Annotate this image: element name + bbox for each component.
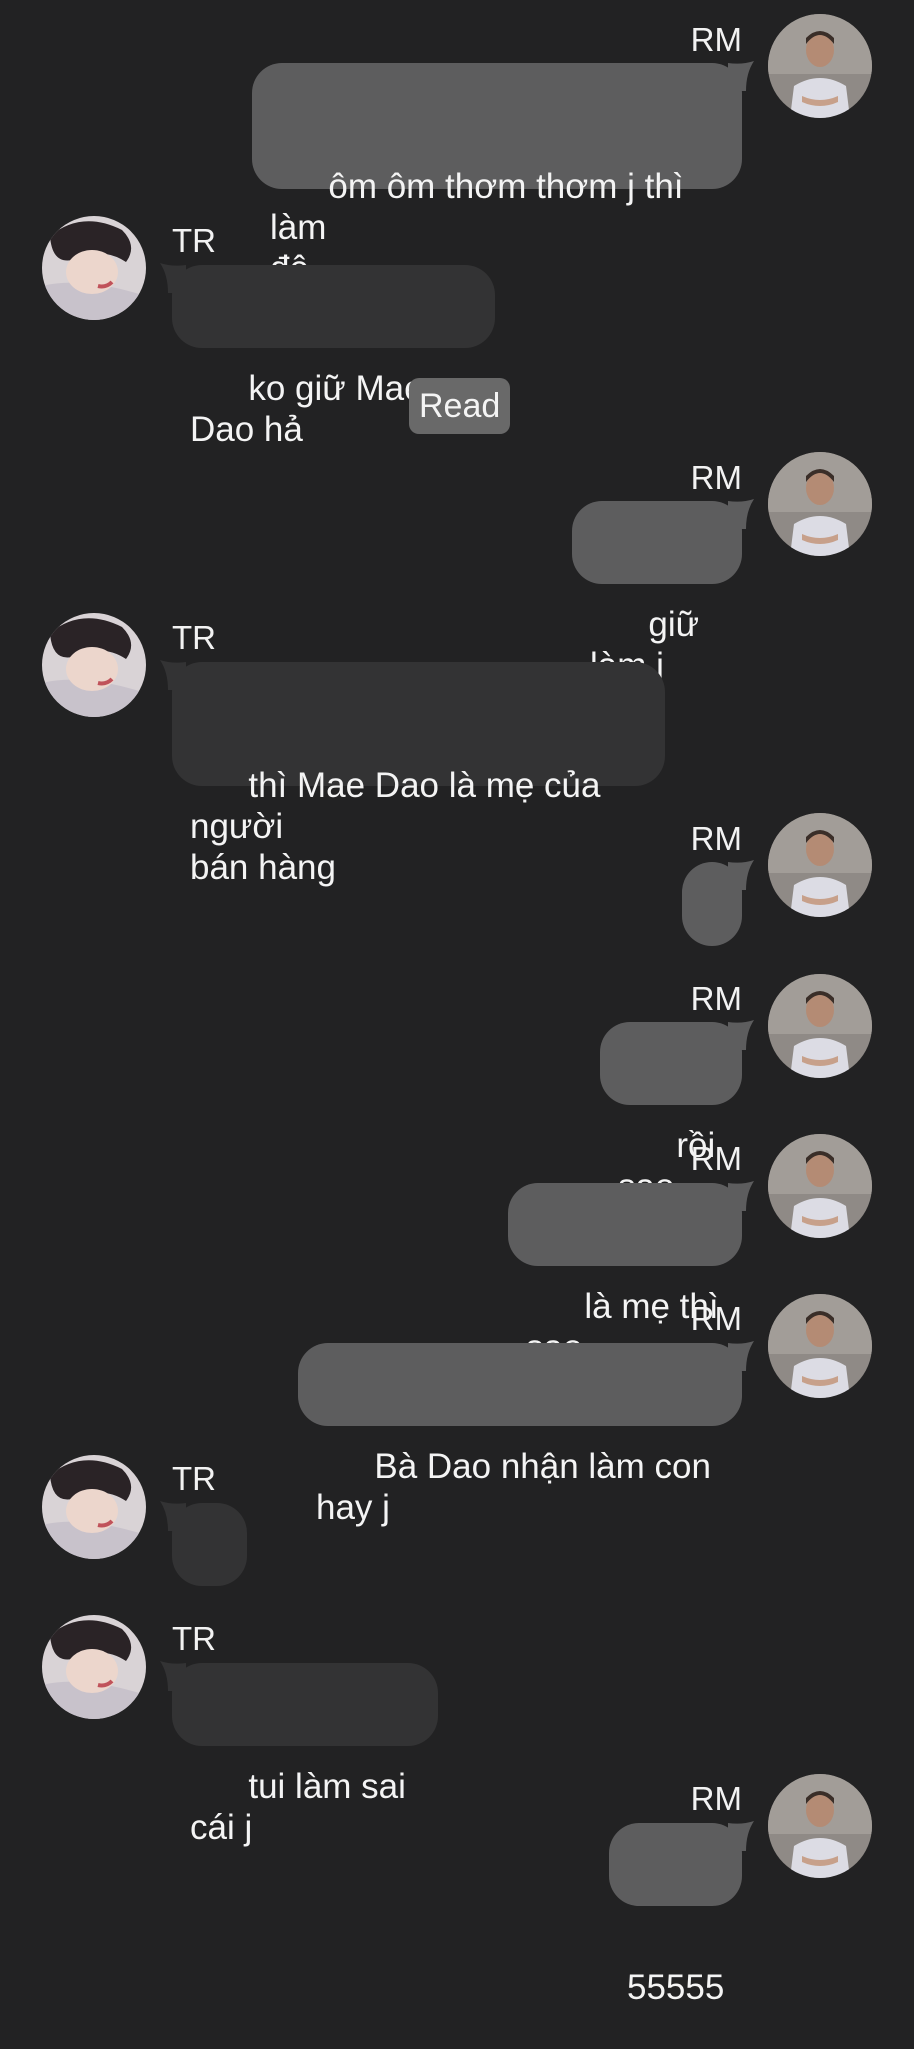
message-text: ko giữ Mae Dao hả	[190, 369, 424, 449]
sender-name: TR	[172, 1460, 216, 1497]
message-text: thì Mae Dao là mẹ của người bán hàng	[190, 766, 601, 887]
bubble-tail	[160, 660, 186, 690]
bubble-tail	[160, 1501, 186, 1531]
bubble-tail	[728, 1020, 754, 1050]
avatar-tr[interactable]	[42, 613, 146, 717]
avatar-rm[interactable]	[768, 14, 872, 118]
sender-name: RM	[690, 820, 742, 857]
bubble-tail	[728, 1821, 754, 1851]
sender-name: RM	[690, 1140, 742, 1177]
bubble-tail	[728, 860, 754, 890]
avatar-tr[interactable]	[42, 1455, 146, 1559]
message-bubble[interactable]: tui làm sai cái j	[160, 1661, 438, 1847]
sender-name: RM	[690, 980, 742, 1017]
sender-name: TR	[172, 222, 216, 259]
message-text: tui làm sai cái j	[190, 1767, 416, 1847]
bubble-tail	[728, 61, 754, 91]
message-bubble[interactable]: ao	[160, 1501, 247, 1728]
read-receipt: Read	[409, 378, 511, 434]
sender-name: RM	[690, 1780, 742, 1817]
avatar-rm[interactable]	[768, 1774, 872, 1878]
message-text: Bà Dao nhận làm con hay j	[316, 1447, 721, 1527]
avatar-tr[interactable]	[42, 1615, 146, 1719]
sender-name: TR	[172, 619, 216, 656]
message-bubble[interactable]: ko giữ Mae Dao hả	[160, 263, 495, 449]
message-bubble[interactable]: Bà Dao nhận làm con hay j	[298, 1341, 754, 1527]
chat-thread: RM ôm ôm thơm thơm j thì làm đê TR ko gi…	[0, 0, 914, 2007]
message-bubble[interactable]: 55555	[609, 1821, 754, 2007]
bubble-tail	[728, 499, 754, 529]
message-bubble[interactable]: giữ làm j	[572, 499, 754, 685]
message-text: 55555	[627, 1968, 725, 2007]
bubble-tail	[160, 263, 186, 293]
message-bubble[interactable]: ờ	[682, 860, 754, 1087]
avatar-rm[interactable]	[768, 1294, 872, 1398]
avatar-rm[interactable]	[768, 452, 872, 556]
sender-name: RM	[690, 1300, 742, 1337]
sender-name: RM	[690, 459, 742, 496]
sender-name: RM	[690, 21, 742, 58]
bubble-tail	[728, 1341, 754, 1371]
message-bubble[interactable]: rồi sao	[600, 1020, 754, 1206]
bubble-tail	[728, 1181, 754, 1211]
avatar-rm[interactable]	[768, 1134, 872, 1238]
avatar-tr[interactable]	[42, 216, 146, 320]
message-bubble[interactable]: ôm ôm thơm thơm j thì làm đê	[252, 61, 754, 288]
bubble-tail	[160, 1661, 186, 1691]
avatar-rm[interactable]	[768, 813, 872, 917]
message-bubble[interactable]: là mẹ thì sao	[508, 1181, 754, 1367]
sender-name: TR	[172, 1620, 216, 1657]
message-bubble[interactable]: thì Mae Dao là mẹ của người bán hàng	[160, 660, 665, 887]
avatar-rm[interactable]	[768, 974, 872, 1078]
